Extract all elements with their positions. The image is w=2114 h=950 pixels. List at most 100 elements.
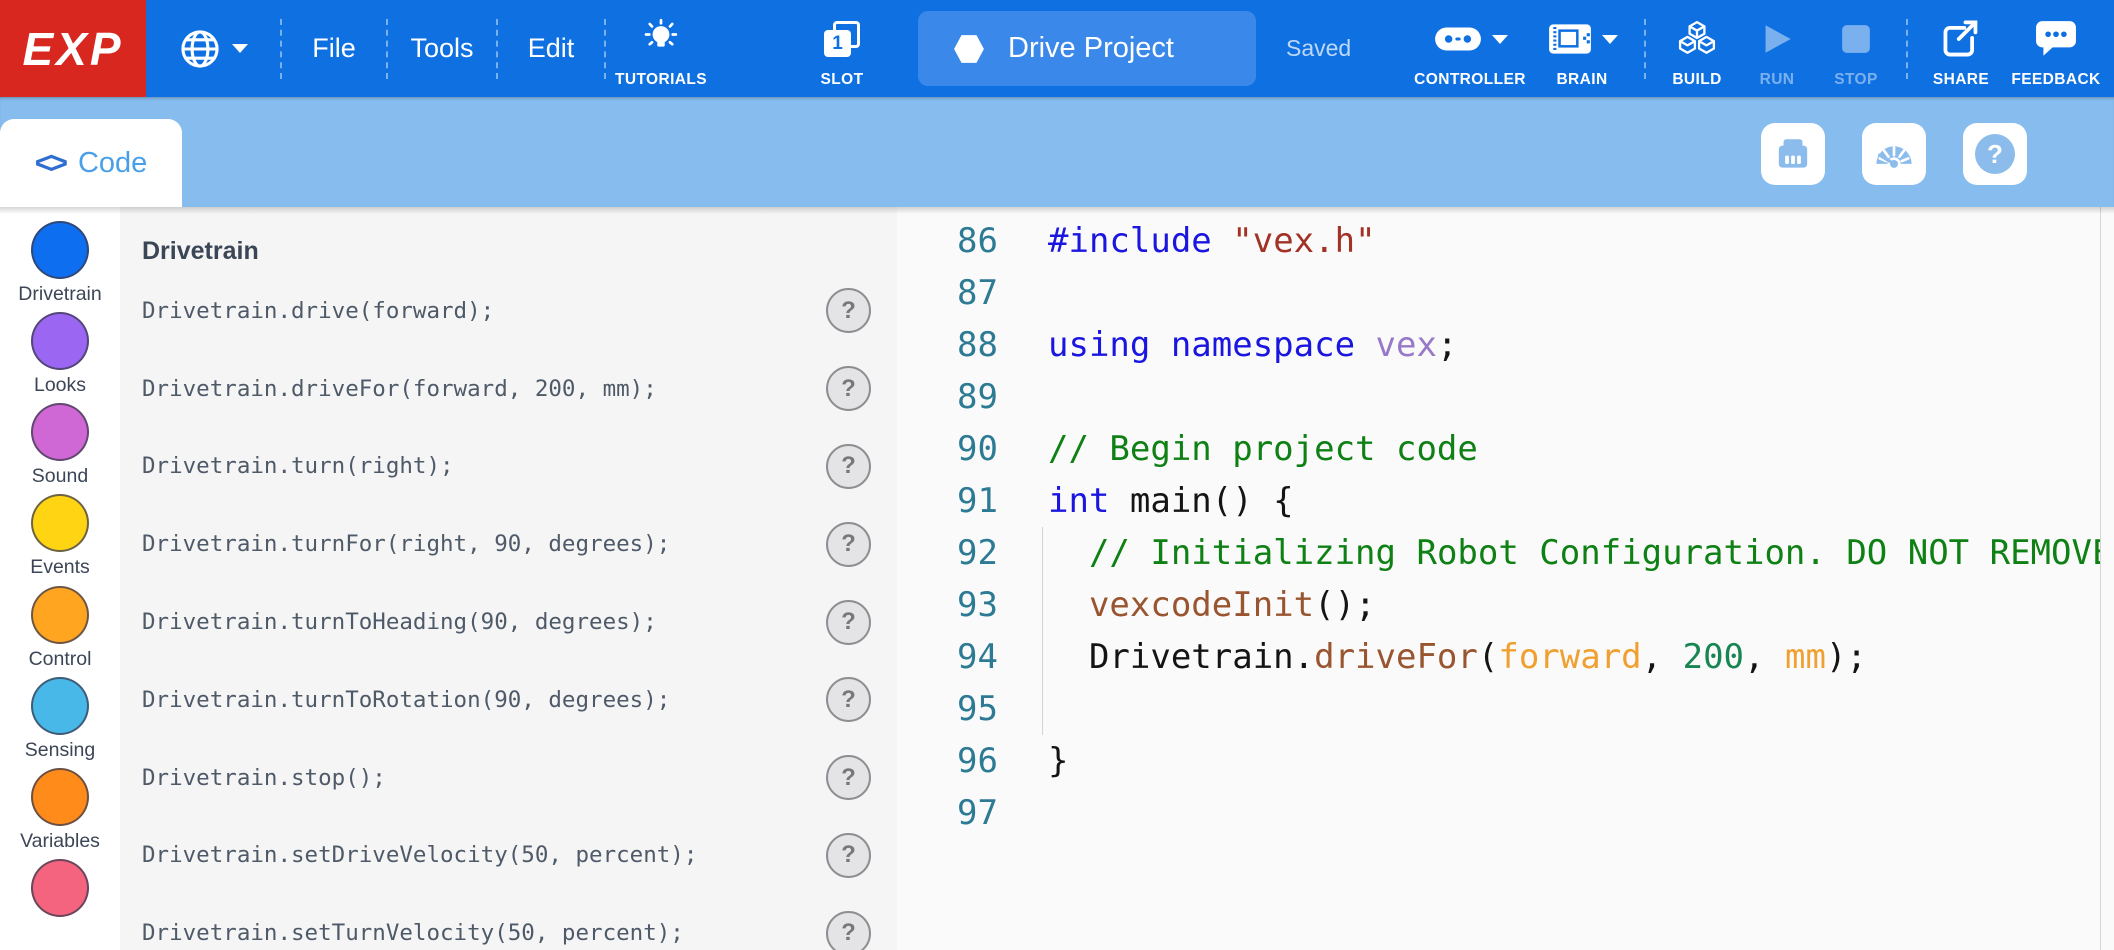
indent-guide	[1042, 527, 1043, 735]
stop-button[interactable]: STOP	[1816, 0, 1896, 97]
line-number: 92	[897, 527, 998, 579]
command-group-header: Drivetrain	[120, 207, 897, 272]
slot-button[interactable]: 1 SLOT	[786, 0, 898, 97]
code-line: 88 using namespace vex;	[897, 319, 2114, 371]
code-text: }	[1048, 735, 1068, 787]
code-text: using namespace vex;	[1048, 319, 1457, 371]
category-item-sensing[interactable]: Sensing	[0, 677, 120, 768]
code-text: int main() {	[1048, 475, 1294, 527]
category-circle	[31, 403, 89, 461]
command-help-button[interactable]: ?	[826, 833, 871, 878]
command-help-button[interactable]: ?	[826, 366, 871, 411]
command-item: Drivetrain.turnToHeading(90, degrees); ?	[120, 583, 897, 661]
code-line: 95	[897, 683, 2114, 735]
line-number: 96	[897, 735, 998, 787]
editor-scrollbar[interactable]	[2100, 207, 2114, 950]
category-item-looks[interactable]: Looks	[0, 312, 120, 403]
code-text: // Begin project code	[1048, 423, 1478, 475]
code-text: #include "vex.h"	[1048, 215, 1376, 267]
command-item: Drivetrain.setDriveVelocity(50, percent)…	[120, 817, 897, 895]
command-text[interactable]: Drivetrain.turnToRotation(90, degrees);	[142, 687, 670, 713]
command-help-button[interactable]: ?	[826, 444, 871, 489]
menu-file[interactable]: File	[282, 0, 386, 97]
command-help-button[interactable]: ?	[826, 677, 871, 722]
category-circle	[31, 494, 89, 552]
command-text[interactable]: Drivetrain.turnFor(right, 90, degrees);	[142, 531, 670, 557]
command-item: Drivetrain.turnToRotation(90, degrees); …	[120, 661, 897, 739]
menu-edit[interactable]: Edit	[498, 0, 604, 97]
code-text: Drivetrain.driveFor(forward, 200, mm);	[1048, 631, 1867, 683]
command-help-button[interactable]: ?	[826, 911, 871, 950]
build-button[interactable]: BUILD	[1656, 0, 1738, 97]
help-button[interactable]: ?	[1963, 123, 2027, 185]
command-text[interactable]: Drivetrain.setDriveVelocity(50, percent)…	[142, 842, 697, 868]
exp-logo: EXP	[0, 0, 146, 97]
main-area: Drivetrain Looks Sound Events Control Se…	[0, 207, 2114, 950]
line-number: 90	[897, 423, 998, 475]
category-item-sound[interactable]: Sound	[0, 403, 120, 494]
gamepad-icon	[1433, 22, 1483, 56]
brain-menu-button[interactable]: BRAIN	[1530, 0, 1634, 97]
stop-label: STOP	[1834, 71, 1878, 89]
line-number: 86	[897, 215, 998, 267]
code-text: vexcodeInit();	[1048, 579, 1376, 631]
category-item-control[interactable]: Control	[0, 586, 120, 677]
brain-label: BRAIN	[1556, 71, 1607, 89]
controller-menu-button[interactable]: CONTROLLER	[1410, 0, 1530, 97]
project-name-button[interactable]: Drive Project	[918, 11, 1256, 86]
code-line: 90 // Begin project code	[897, 423, 2114, 475]
gauge-icon	[1872, 132, 1916, 176]
category-circle	[31, 859, 89, 917]
category-item-variables[interactable]: Variables	[0, 768, 120, 859]
code-text: // Initializing Robot Configuration. DO …	[1048, 527, 2112, 579]
menu-tools[interactable]: Tools	[388, 0, 496, 97]
category-label: Sound	[32, 465, 88, 488]
command-item: Drivetrain.turn(right); ?	[120, 428, 897, 506]
feedback-button[interactable]: FEEDBACK	[2004, 0, 2108, 97]
category-circle	[31, 677, 89, 735]
category-label: Control	[29, 648, 92, 671]
category-sidebar: Drivetrain Looks Sound Events Control Se…	[0, 207, 120, 950]
tutorials-button[interactable]: TUTORIALS	[606, 0, 716, 97]
command-help-button[interactable]: ?	[826, 755, 871, 800]
toolbar-divider	[1644, 19, 1646, 79]
device-info-button[interactable]	[1761, 123, 1825, 185]
line-number: 95	[897, 683, 998, 735]
command-text[interactable]: Drivetrain.stop();	[142, 765, 386, 791]
command-text[interactable]: Drivetrain.turnToHeading(90, degrees);	[142, 609, 657, 635]
tab-code[interactable]: <> Code	[0, 119, 182, 207]
command-help-button[interactable]: ?	[826, 600, 871, 645]
command-text[interactable]: Drivetrain.setTurnVelocity(50, percent);	[142, 920, 684, 946]
build-label: BUILD	[1672, 71, 1721, 89]
command-item: Drivetrain.stop(); ?	[120, 739, 897, 817]
language-menu-button[interactable]	[146, 0, 280, 97]
share-icon	[1941, 10, 1981, 68]
code-line: 91 int main() {	[897, 475, 2114, 527]
project-name: Drive Project	[1008, 32, 1174, 65]
run-button[interactable]: RUN	[1738, 0, 1816, 97]
command-text[interactable]: Drivetrain.drive(forward);	[142, 298, 494, 324]
code-editor[interactable]: 86 #include "vex.h" 87 88 using namespac…	[897, 207, 2114, 950]
tutorials-label: TUTORIALS	[615, 71, 707, 89]
monitor-gauge-button[interactable]	[1862, 123, 1926, 185]
brain-icon	[1547, 20, 1593, 58]
line-number: 91	[897, 475, 998, 527]
command-text[interactable]: Drivetrain.turn(right);	[142, 453, 454, 479]
category-circle	[31, 768, 89, 826]
command-help-button[interactable]: ?	[826, 288, 871, 333]
command-help-button[interactable]: ?	[826, 522, 871, 567]
category-label: Events	[30, 556, 90, 579]
code-tab-label: Code	[78, 147, 147, 180]
code-line: 89	[897, 371, 2114, 423]
code-line: 94 Drivetrain.driveFor(forward, 200, mm)…	[897, 631, 2114, 683]
share-button[interactable]: SHARE	[1918, 0, 2004, 97]
line-number: 88	[897, 319, 998, 371]
category-item-partial[interactable]	[0, 859, 120, 950]
controller-label: CONTROLLER	[1414, 71, 1526, 89]
save-status: Saved	[1286, 35, 1351, 62]
category-item-events[interactable]: Events	[0, 494, 120, 585]
command-text[interactable]: Drivetrain.driveFor(forward, 200, mm);	[142, 376, 657, 402]
command-list: Drivetrain.drive(forward); ? Drivetrain.…	[120, 272, 897, 950]
category-item-drivetrain[interactable]: Drivetrain	[0, 221, 120, 312]
category-label: Drivetrain	[18, 283, 101, 306]
